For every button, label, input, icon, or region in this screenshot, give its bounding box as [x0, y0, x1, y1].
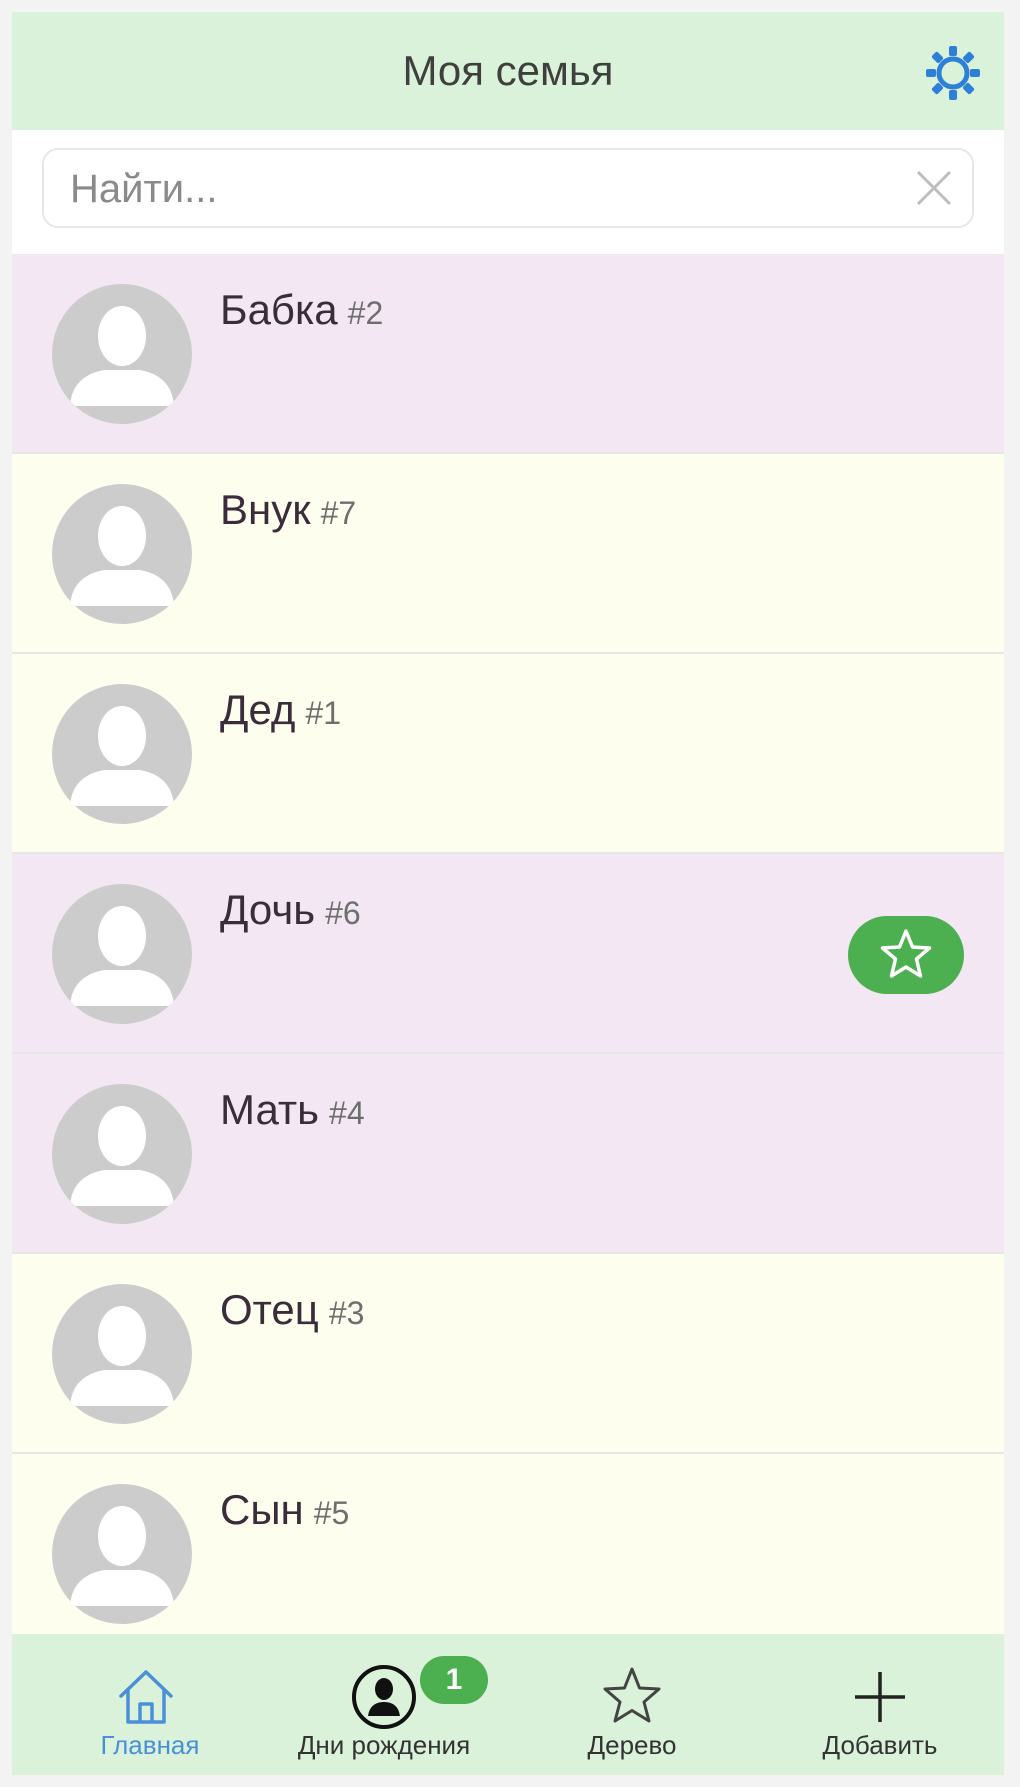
search-area	[12, 130, 1004, 254]
avatar-placeholder-icon	[52, 1484, 192, 1624]
people-list: Бабка #2 Внук #7 Дед #1 Дочь #6 Мать #4 …	[12, 254, 1004, 1654]
person-name-line: Мать #4	[220, 1086, 365, 1134]
tab-label: Дерево	[587, 1730, 677, 1760]
avatar-placeholder-icon	[52, 684, 192, 824]
star-icon	[880, 929, 932, 978]
person-name-line: Дочь #6	[220, 886, 361, 934]
gear-icon	[926, 46, 980, 100]
list-item[interactable]: Бабка #2	[12, 254, 1004, 454]
home-icon	[119, 1670, 173, 1724]
person-id: #5	[313, 1495, 350, 1531]
person-id: #3	[328, 1295, 365, 1331]
person-name-line: Внук #7	[220, 486, 356, 534]
avatar-placeholder-icon	[52, 484, 192, 624]
avatar-placeholder-icon	[52, 284, 192, 424]
person-id: #2	[347, 295, 384, 331]
header-bar: Моя семья	[12, 12, 1004, 130]
person-name: Мать	[220, 1086, 320, 1133]
app-screen: Моя семья Найти... Бабка #2 Внук #7 Дед …	[12, 12, 1004, 1775]
person-id: #1	[305, 695, 341, 731]
person-name: Внук	[220, 486, 311, 533]
person-id: #7	[320, 495, 357, 531]
list-item[interactable]: Дед #1	[12, 654, 1004, 854]
person-name: Дочь	[220, 886, 316, 933]
list-item[interactable]: Отец #3	[12, 1254, 1004, 1454]
person-name: Отец	[220, 1286, 319, 1333]
star-outline-icon	[603, 1667, 661, 1723]
list-item[interactable]: Мать #4	[12, 1054, 1004, 1254]
bottom-tab-bar: Главная 1 Дни рождения Дерево Добавить	[12, 1634, 1004, 1775]
person-name-line: Сын #5	[220, 1486, 349, 1534]
person-name-line: Бабка #2	[220, 286, 383, 334]
tab-home[interactable]: Главная	[12, 1634, 260, 1775]
person-name-line: Дед #1	[220, 686, 341, 734]
avatar-placeholder-icon	[52, 1284, 192, 1424]
favorite-badge[interactable]	[848, 916, 964, 994]
tab-birthdays[interactable]: 1 Дни рождения	[260, 1634, 508, 1775]
tab-label: Добавить	[822, 1730, 938, 1760]
person-id: #4	[329, 1095, 365, 1131]
person-name: Бабка	[220, 286, 338, 333]
person-id: #6	[325, 895, 361, 931]
tab-label: Дни рождения	[297, 1730, 471, 1760]
list-item[interactable]: Внук #7	[12, 454, 1004, 654]
tab-add[interactable]: Добавить	[756, 1634, 1004, 1775]
search-box	[42, 148, 974, 228]
avatar-placeholder-icon	[52, 1084, 192, 1224]
avatar-placeholder-icon	[52, 884, 192, 1024]
person-name-line: Отец #3	[220, 1286, 364, 1334]
notification-badge: 1	[420, 1656, 488, 1704]
page-title: Моя семья	[402, 47, 614, 94]
tab-tree[interactable]: Дерево	[508, 1634, 756, 1775]
close-icon[interactable]	[912, 166, 956, 210]
person-name: Сын	[220, 1486, 304, 1533]
plus-icon	[855, 1672, 905, 1722]
list-item[interactable]: Дочь #6	[12, 854, 1004, 1054]
settings-button[interactable]	[924, 44, 982, 102]
list-item[interactable]: Сын #5	[12, 1454, 1004, 1654]
person-circle-icon	[352, 1665, 416, 1729]
tab-label: Главная	[100, 1730, 200, 1760]
person-name: Дед	[220, 686, 296, 733]
search-input[interactable]	[68, 150, 872, 228]
